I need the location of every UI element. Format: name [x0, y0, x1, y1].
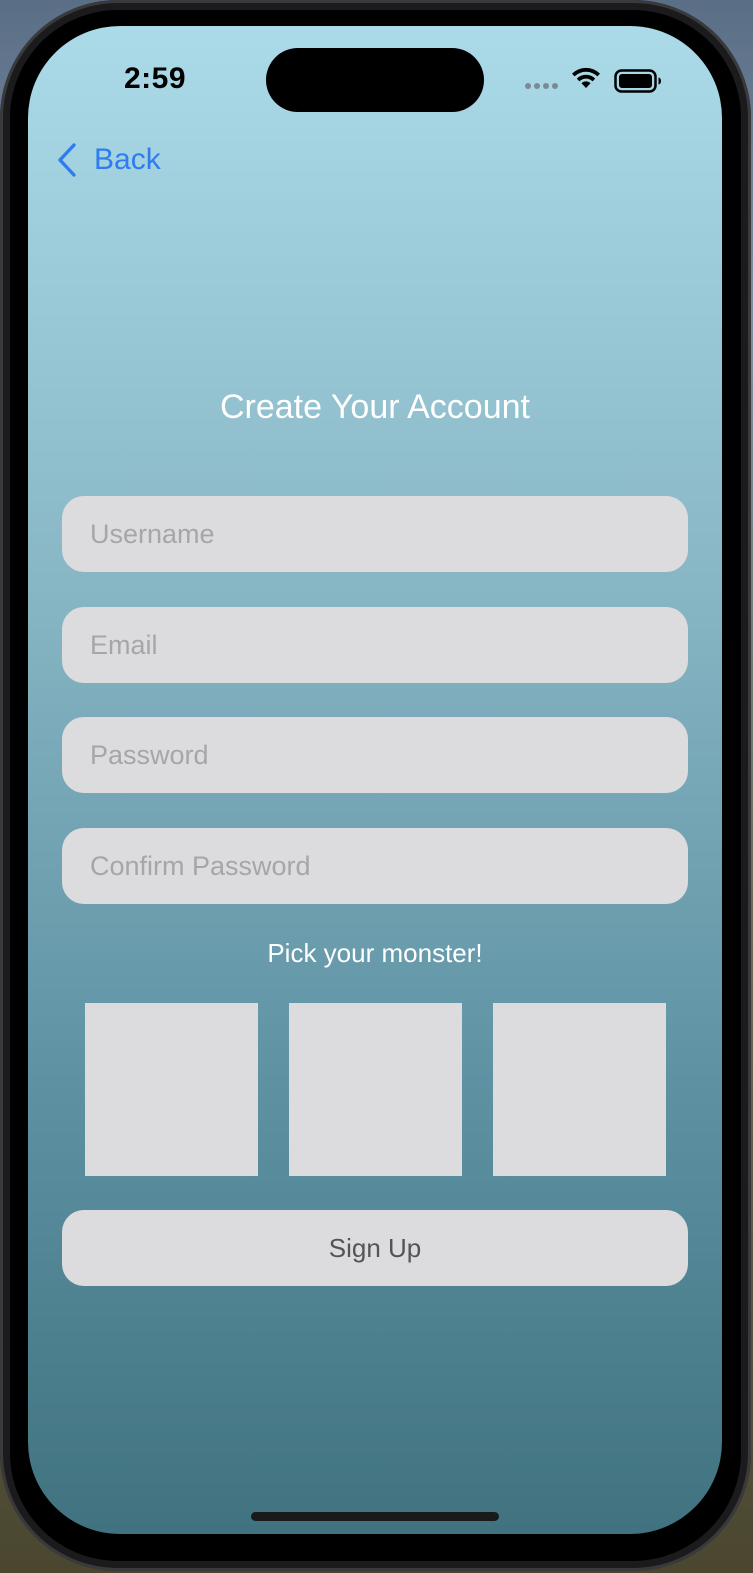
confirm-password-field[interactable]: [62, 828, 688, 904]
monster-prompt: Pick your monster!: [267, 938, 483, 968]
app-screen: 2:59 Back Create Your Account Pick your …: [28, 26, 722, 1534]
monster-option-2[interactable]: [289, 1003, 462, 1176]
chevron-left-icon: [58, 143, 76, 177]
dynamic-island: [266, 48, 484, 112]
monster-option-3[interactable]: [493, 1003, 666, 1176]
cellular-signal-icon: [525, 83, 558, 89]
back-button[interactable]: Back: [56, 142, 161, 178]
password-field[interactable]: [62, 717, 688, 793]
battery-icon: [614, 69, 661, 93]
wifi-icon: [572, 67, 600, 88]
email-field[interactable]: [62, 607, 688, 683]
monster-option-1[interactable]: [85, 1003, 258, 1176]
page-title: Create Your Account: [219, 388, 530, 426]
username-field[interactable]: [62, 496, 688, 572]
sign-up-button[interactable]: Sign Up: [62, 1210, 688, 1286]
back-label: Back: [94, 143, 161, 176]
home-indicator: [251, 1512, 499, 1521]
status-time: 2:59: [124, 62, 187, 95]
